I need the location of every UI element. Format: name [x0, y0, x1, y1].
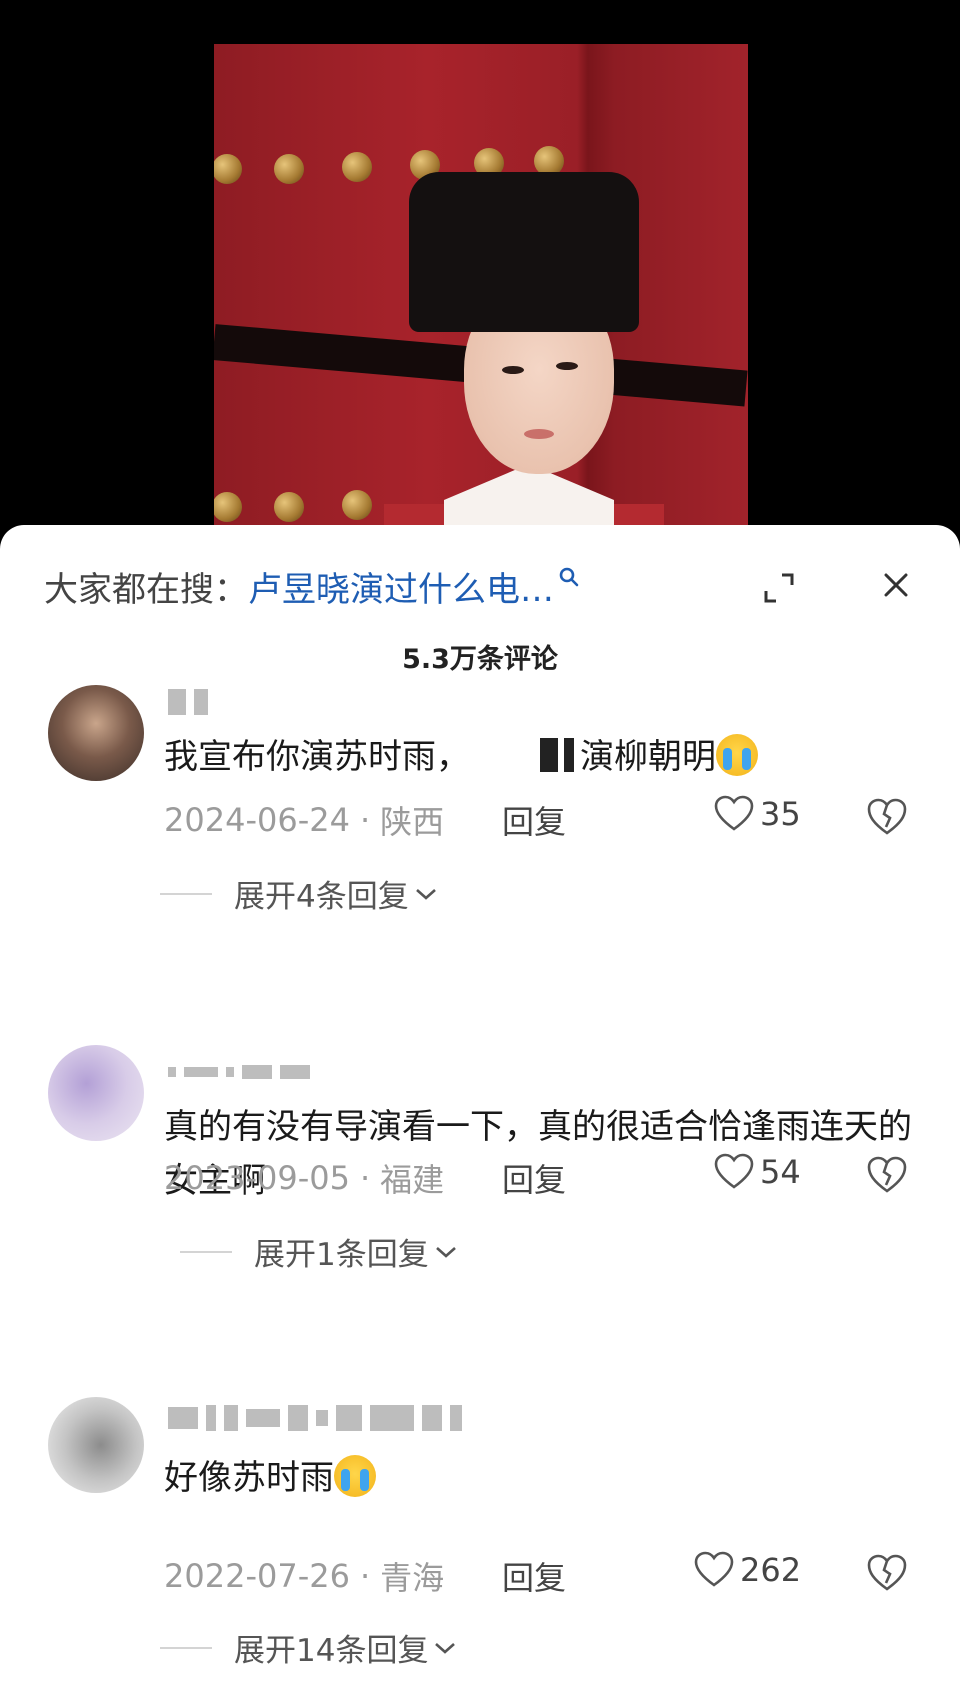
comment-meta: 2023-09-05 · 福建 — [164, 1155, 444, 1201]
expand-replies-button[interactable]: 展开14条回复 — [160, 1625, 458, 1670]
broken-heart-icon[interactable] — [866, 1155, 908, 1197]
comments-count: 5.3万条评论 — [402, 644, 558, 675]
like-button[interactable]: 54 — [714, 1153, 801, 1191]
broken-heart-icon[interactable] — [866, 1553, 908, 1595]
comment-text: 好像苏时雨 — [164, 1451, 924, 1505]
comment-location: 陕西 — [380, 803, 445, 841]
search-icon[interactable] — [558, 557, 580, 597]
crying-emoji-icon — [334, 1455, 376, 1497]
chevron-down-icon — [435, 1246, 456, 1258]
avatar[interactable] — [48, 1045, 144, 1141]
crying-emoji-icon — [716, 734, 758, 776]
video-area[interactable] — [0, 0, 960, 560]
avatar[interactable] — [48, 685, 144, 781]
chevron-down-icon — [435, 1642, 456, 1654]
reply-button[interactable]: 回复 — [502, 797, 566, 843]
heart-icon — [714, 795, 754, 831]
post-photo — [214, 44, 748, 544]
comment-meta: 2024-06-24 · 陕西 — [164, 797, 444, 843]
reply-button[interactable]: 回复 — [502, 1155, 566, 1201]
search-query-link[interactable]: 卢昱晓演过什么电… — [248, 562, 554, 611]
like-button[interactable]: 262 — [694, 1551, 801, 1589]
username-redacted[interactable] — [168, 1057, 310, 1087]
expand-replies-button[interactable]: 展开1条回复 — [180, 1229, 459, 1274]
close-icon[interactable] — [876, 565, 916, 605]
like-count: 35 — [760, 795, 801, 833]
comment-text: 我宣布你演苏时雨， 演柳朝明 — [164, 730, 924, 784]
comment-location: 青海 — [380, 1559, 445, 1597]
comment-date: 2024-06-24 — [164, 801, 350, 839]
username-redacted[interactable] — [168, 1403, 462, 1433]
comment-date: 2023-09-05 — [164, 1159, 350, 1197]
reply-button[interactable]: 回复 — [502, 1553, 566, 1599]
search-suggestion[interactable]: 大家都在搜： 卢昱晓演过什么电… — [44, 561, 580, 611]
broken-heart-icon[interactable] — [866, 797, 908, 839]
expand-replies-button[interactable]: 展开4条回复 — [160, 871, 439, 916]
like-count: 54 — [760, 1153, 801, 1191]
comment-date: 2022-07-26 — [164, 1557, 350, 1595]
heart-icon — [714, 1153, 754, 1189]
username-redacted[interactable] — [168, 687, 208, 717]
like-count: 262 — [740, 1551, 802, 1589]
comments-panel: 大家都在搜： 卢昱晓演过什么电… 5.3万条评论 我宣布你演苏时雨， 演柳朝明 2… — [0, 525, 960, 1693]
comment-meta: 2022-07-26 · 青海 — [164, 1553, 444, 1599]
expand-icon[interactable] — [760, 569, 798, 607]
avatar[interactable] — [48, 1397, 144, 1493]
like-button[interactable]: 35 — [714, 795, 801, 833]
heart-icon — [694, 1551, 734, 1587]
chevron-down-icon — [415, 888, 436, 900]
search-prefix: 大家都在搜： — [44, 569, 248, 610]
comment-location: 福建 — [380, 1161, 445, 1199]
